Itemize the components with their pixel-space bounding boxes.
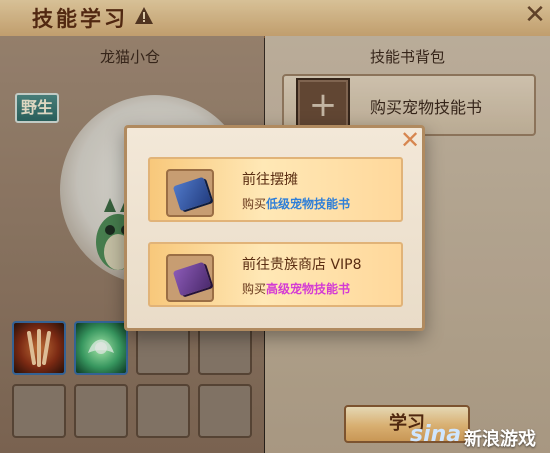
option-title: 前往摆摊 — [242, 172, 298, 188]
modal-close-button[interactable]: ✕ — [399, 128, 421, 152]
option-prefix: 购买 — [242, 282, 267, 296]
option-title: 前往贵族商店 VIP8 — [242, 257, 362, 273]
option-subtitle: 购买高级宠物技能书 — [242, 280, 350, 297]
option-highlight: 高级宠物技能书 — [266, 282, 351, 296]
watermark-text: 新浪游戏 — [464, 429, 536, 450]
option-prefix: 购买 — [242, 197, 267, 211]
watermark: sina 新浪游戏 — [410, 416, 550, 450]
option-highlight: 低级宠物技能书 — [266, 197, 351, 211]
watermark-logo: sina — [410, 422, 462, 447]
blue-book-icon — [166, 169, 214, 217]
purple-book-icon — [166, 254, 214, 302]
purple-book-shape — [172, 261, 212, 297]
skill-learning-window: 技能学习 ✕ 龙猫小仓 野生 技能书背包 + 购买宠物技能书 学习 ✕ 前往摆摊… — [0, 0, 550, 453]
option-noble-shop[interactable]: 前往贵族商店 VIP8 购买高级宠物技能书 — [148, 242, 403, 307]
option-subtitle: 购买低级宠物技能书 — [242, 195, 350, 212]
option-stall-market[interactable]: 前往摆摊 购买低级宠物技能书 — [148, 157, 403, 222]
blue-book-shape — [172, 176, 212, 212]
